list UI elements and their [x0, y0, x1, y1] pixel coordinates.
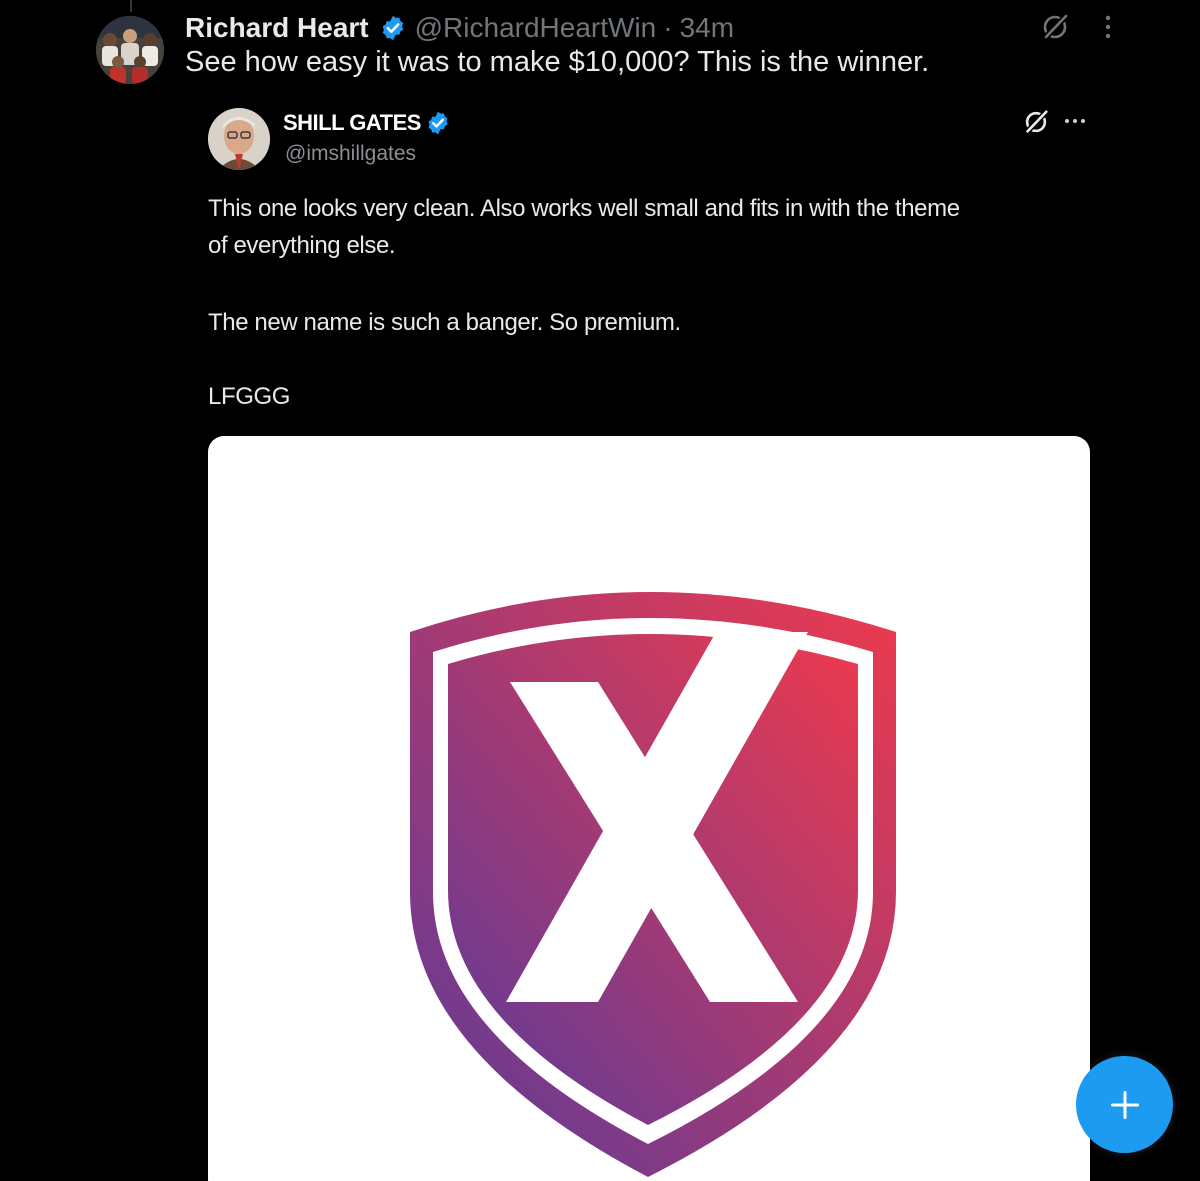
grok-icon[interactable]: [1040, 12, 1070, 42]
author-handle[interactable]: @RichardHeartWin: [415, 12, 657, 44]
quoted-text-line: This one looks very clean. Also works we…: [208, 195, 960, 222]
thread-connector-line: [130, 0, 132, 12]
verified-badge-icon: [382, 15, 403, 41]
portrait-avatar-icon: [208, 108, 270, 170]
plus-icon: [1110, 1090, 1139, 1119]
quoted-author-name[interactable]: SHILL GATES: [283, 110, 421, 136]
tweet-detail-page: Richard Heart @RichardHeartWin · 34m See…: [0, 0, 1200, 1181]
quoted-text-line: LFGGG: [208, 383, 291, 410]
separator-dot: ·: [663, 12, 673, 43]
grok-icon[interactable]: [1022, 108, 1050, 136]
timestamp[interactable]: 34m: [680, 12, 734, 44]
avatar[interactable]: [96, 16, 164, 84]
more-options-icon[interactable]: [1062, 112, 1088, 130]
quoted-author-handle[interactable]: @imshillgates: [285, 142, 416, 166]
quoted-avatar[interactable]: [208, 108, 270, 170]
quoted-text-line: The new name is such a banger. So premiu…: [208, 309, 681, 336]
tweet-header: Richard Heart @RichardHeartWin · 34m: [185, 8, 734, 48]
more-options-icon[interactable]: [1098, 12, 1118, 42]
compose-button[interactable]: [1076, 1056, 1173, 1153]
tweet-text: See how easy it was to make $10,000? Thi…: [185, 46, 930, 78]
group-photo-avatar-icon: [96, 16, 164, 84]
verified-badge-icon: [428, 111, 448, 135]
quoted-header: SHILL GATES: [283, 108, 451, 138]
x-shield-logo-icon: [410, 592, 896, 1177]
quoted-text-line: of everything else.: [208, 232, 396, 259]
author-name[interactable]: Richard Heart: [185, 12, 369, 44]
tweet-media-image[interactable]: [208, 436, 1090, 1181]
